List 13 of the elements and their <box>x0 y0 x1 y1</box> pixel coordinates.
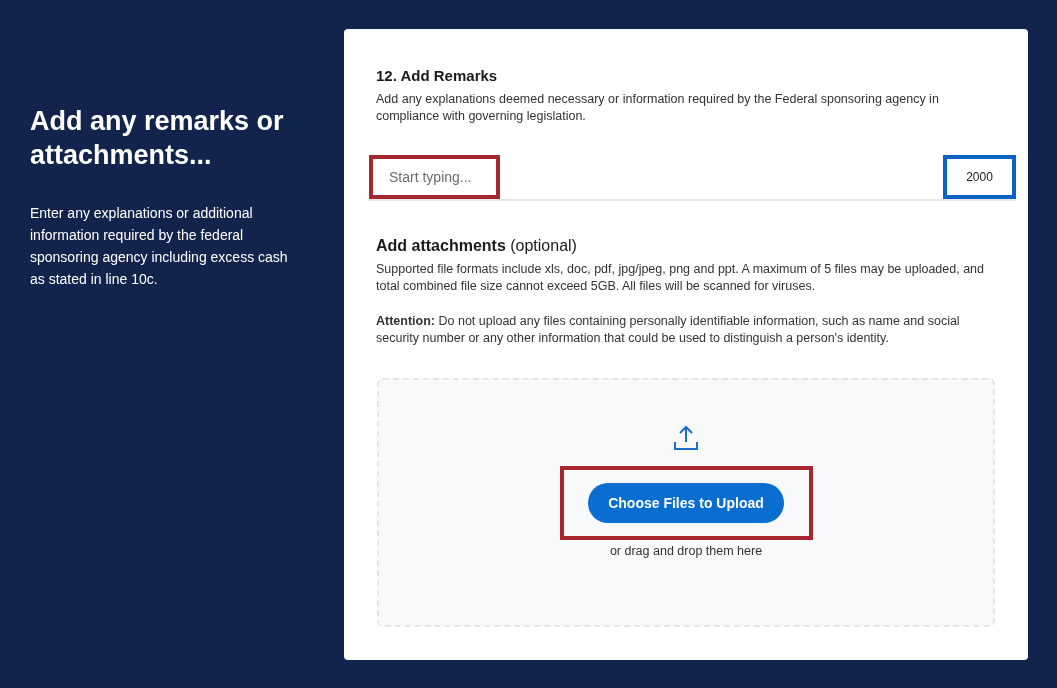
sidebar-description: Enter any explanations or additional information required by the federal sponsoring agency including excess cash as stated in line 10c. <box>30 204 289 289</box>
page-heading: Add any remarks or attachments... <box>30 105 285 172</box>
character-count: 2000 <box>943 155 1016 199</box>
section-description: Add any explanations deemed necessary or information required by the Federal sponsoring agency in compliance with governing legislation. <box>376 91 940 125</box>
file-drop-zone[interactable]: Choose Files to Upload or drag and drop them here <box>377 378 995 627</box>
attachments-description: Supported file formats include xls, doc, pdf, jpg/jpeg, png and ppt. A maximum of 5 files may be uploaded, and total combined file size cannot exceed 5GB. All files will be scanned for viruses. <box>376 261 985 295</box>
remarks-input[interactable]: Start typing... <box>369 155 500 199</box>
drag-drop-hint: or drag and drop them here <box>609 543 763 560</box>
attention-notice: Attention: Do not upload any files containing personally identifiable information, such as name and social security number or any other information that could be used to distinguish a person's identity. <box>376 313 961 347</box>
section-heading: 12. Add Remarks <box>376 66 499 86</box>
attachments-heading: Add attachments (optional) <box>376 236 578 256</box>
upload-icon <box>673 425 699 450</box>
choose-files-button[interactable]: Choose Files to Upload <box>588 483 784 523</box>
